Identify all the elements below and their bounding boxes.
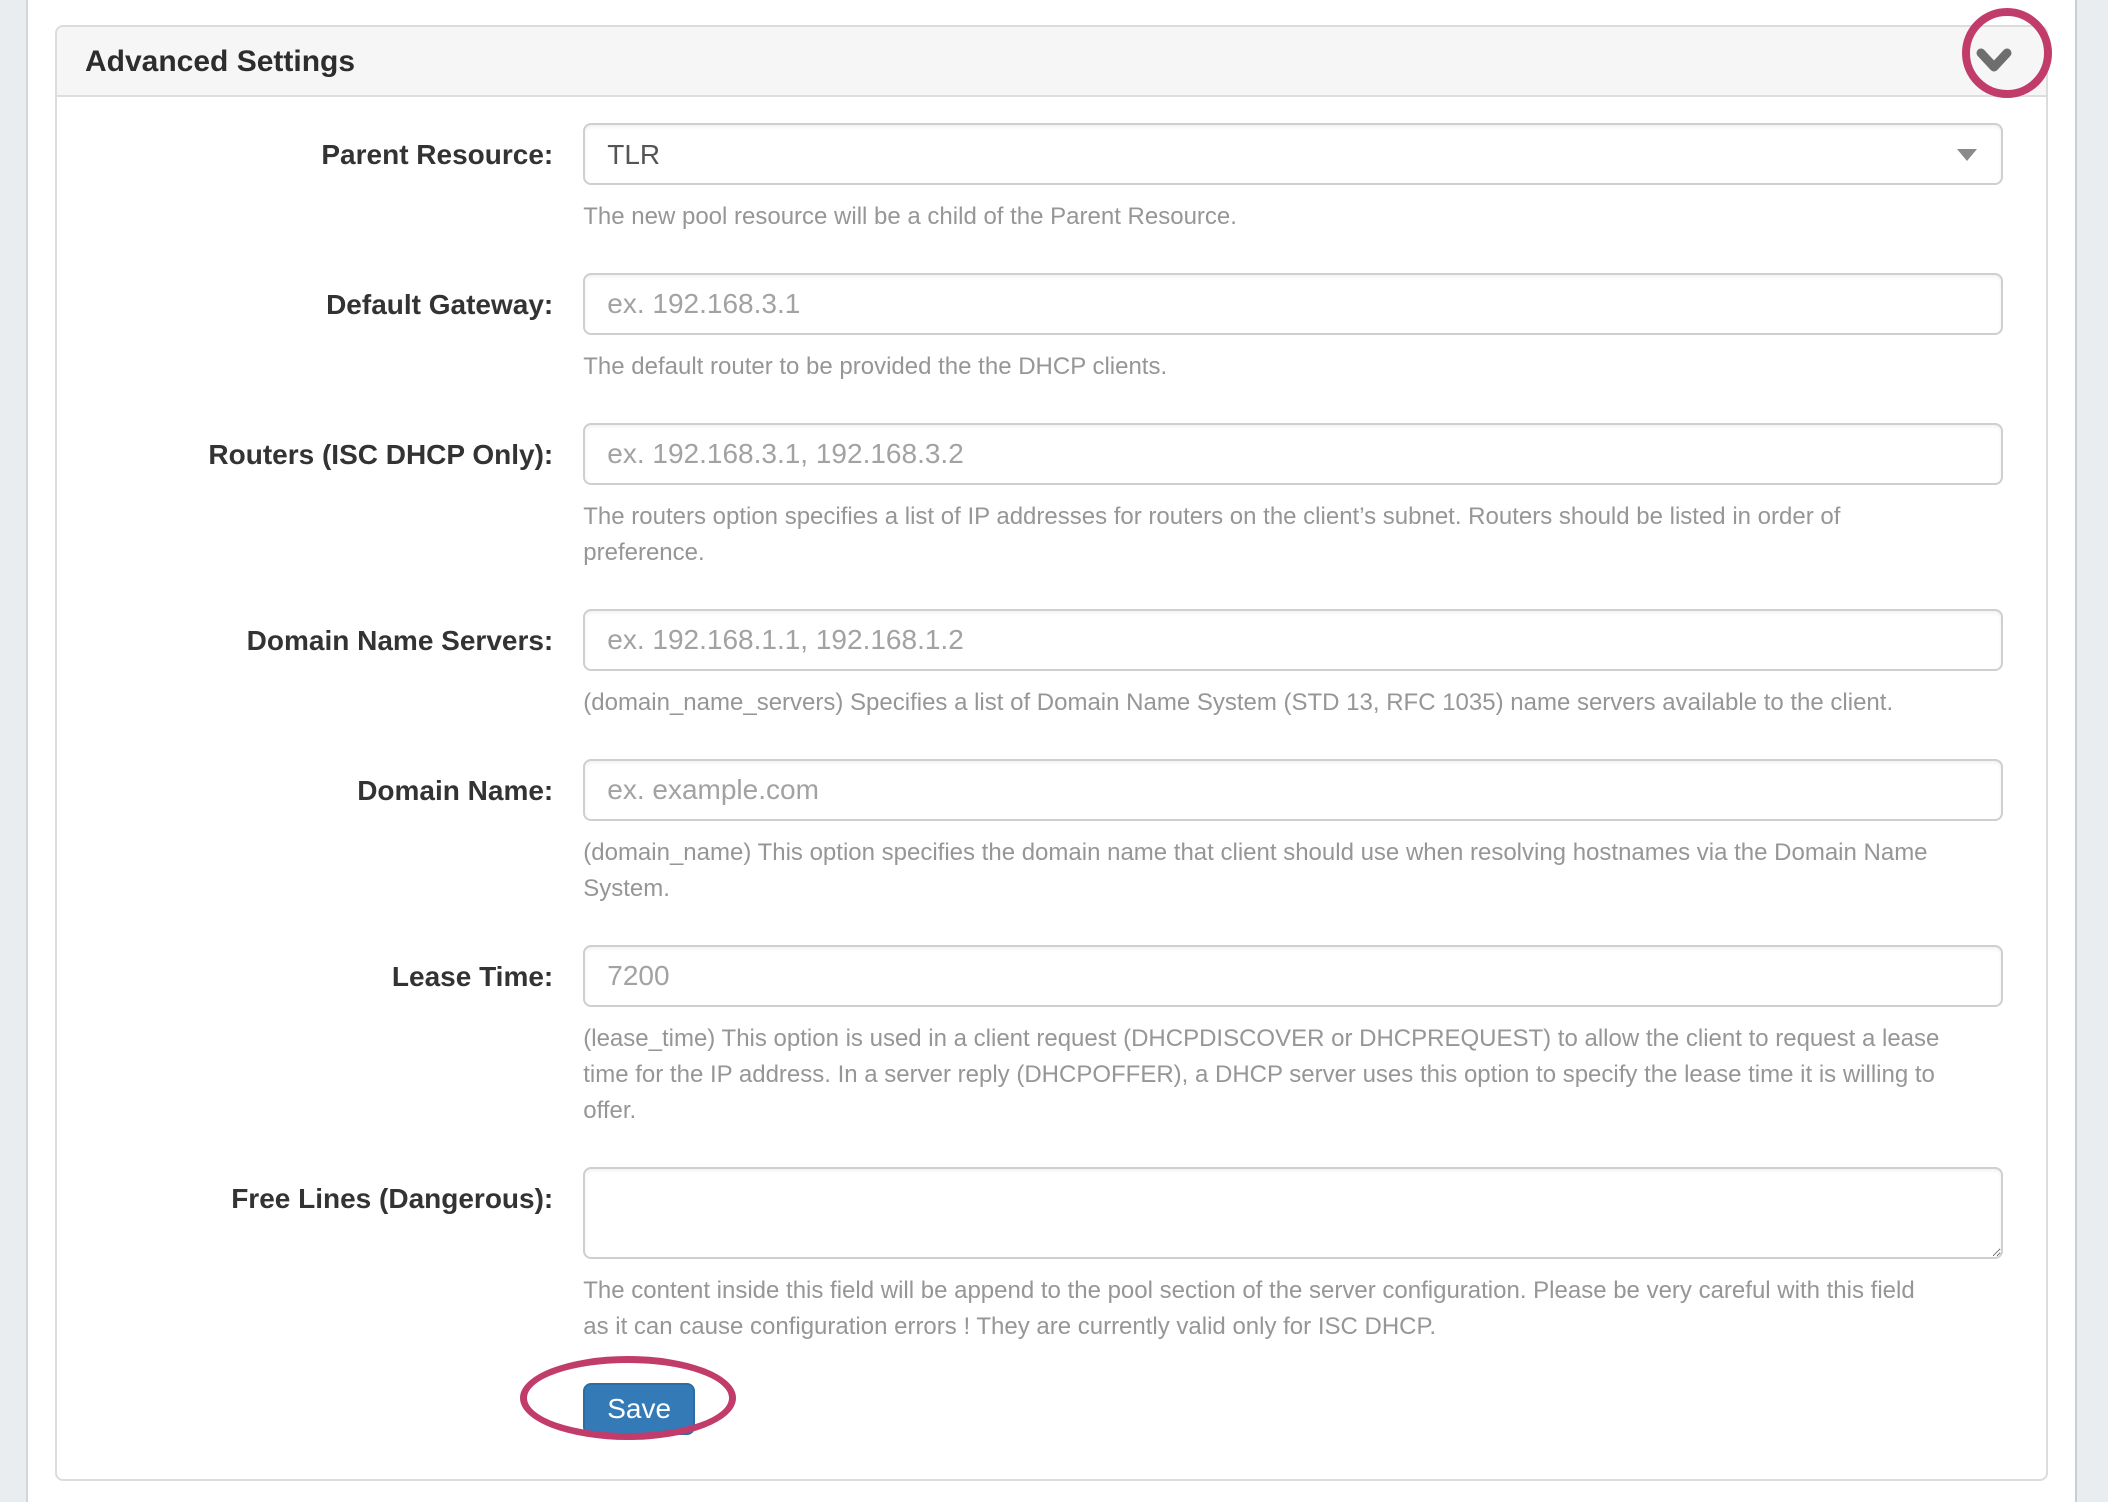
domain-name-help: (domain_name) This option specifies the … xyxy=(583,835,2003,907)
domain-name-servers-input-col: (domain_name_servers) Specifies a list o… xyxy=(568,609,2018,721)
form-row-domain-name-servers: Domain Name Servers: (domain_name_server… xyxy=(85,609,2018,721)
lease-time-help: (lease_time) This option is used in a cl… xyxy=(583,1021,2003,1129)
form-row-save: Save xyxy=(85,1383,2018,1435)
free-lines-textarea[interactable] xyxy=(583,1167,2003,1259)
advanced-settings-panel: Advanced Settings Parent Resource: xyxy=(55,25,2048,1481)
lease-time-input[interactable] xyxy=(583,945,2003,1007)
parent-resource-select-wrap: TLR xyxy=(583,123,2003,185)
default-gateway-input[interactable] xyxy=(583,273,2003,335)
domain-name-label: Domain Name: xyxy=(85,759,568,907)
domain-name-input-col: (domain_name) This option specifies the … xyxy=(568,759,2018,907)
free-lines-label: Free Lines (Dangerous): xyxy=(85,1167,568,1345)
parent-resource-input-col: TLR The new pool resource will be a chil… xyxy=(568,123,2018,235)
form-row-routers: Routers (ISC DHCP Only): The routers opt… xyxy=(85,423,2018,571)
parent-resource-label: Parent Resource: xyxy=(85,123,568,235)
save-button-col: Save xyxy=(568,1383,2018,1435)
save-row-spacer xyxy=(85,1383,568,1435)
routers-help: The routers option specifies a list of I… xyxy=(583,499,2003,571)
lease-time-label: Lease Time: xyxy=(85,945,568,1129)
parent-resource-select[interactable]: TLR xyxy=(583,123,2003,185)
save-button[interactable]: Save xyxy=(583,1383,695,1435)
content-area: Advanced Settings Parent Resource: xyxy=(26,0,2077,1502)
free-lines-help: The content inside this field will be ap… xyxy=(583,1273,2003,1345)
routers-label: Routers (ISC DHCP Only): xyxy=(85,423,568,571)
page-background: Advanced Settings Parent Resource: xyxy=(0,0,2108,1502)
panel-title: Advanced Settings xyxy=(85,45,355,78)
routers-input[interactable] xyxy=(583,423,2003,485)
domain-name-servers-label: Domain Name Servers: xyxy=(85,609,568,721)
domain-name-servers-input[interactable] xyxy=(583,609,2003,671)
chevron-down-icon xyxy=(1976,62,2012,77)
collapse-toggle-button[interactable] xyxy=(1972,44,2016,78)
lease-time-input-col: (lease_time) This option is used in a cl… xyxy=(568,945,2018,1129)
parent-resource-help: The new pool resource will be a child of… xyxy=(583,199,2003,235)
form-row-default-gateway: Default Gateway: The default router to b… xyxy=(85,273,2018,385)
form-row-free-lines: Free Lines (Dangerous): The content insi… xyxy=(85,1167,2018,1345)
form-row-parent-resource: Parent Resource: TLR The new pool resour… xyxy=(85,123,2018,235)
free-lines-input-col: The content inside this field will be ap… xyxy=(568,1167,2018,1345)
domain-name-servers-help: (domain_name_servers) Specifies a list o… xyxy=(583,685,2003,721)
default-gateway-help: The default router to be provided the th… xyxy=(583,349,2003,385)
panel-header: Advanced Settings xyxy=(57,27,2046,97)
default-gateway-label: Default Gateway: xyxy=(85,273,568,385)
form-row-domain-name: Domain Name: (domain_name) This option s… xyxy=(85,759,2018,907)
panel-body: Parent Resource: TLR The new pool resour… xyxy=(57,97,2046,1479)
form-row-lease-time: Lease Time: (lease_time) This option is … xyxy=(85,945,2018,1129)
default-gateway-input-col: The default router to be provided the th… xyxy=(568,273,2018,385)
domain-name-input[interactable] xyxy=(583,759,2003,821)
routers-input-col: The routers option specifies a list of I… xyxy=(568,423,2018,571)
